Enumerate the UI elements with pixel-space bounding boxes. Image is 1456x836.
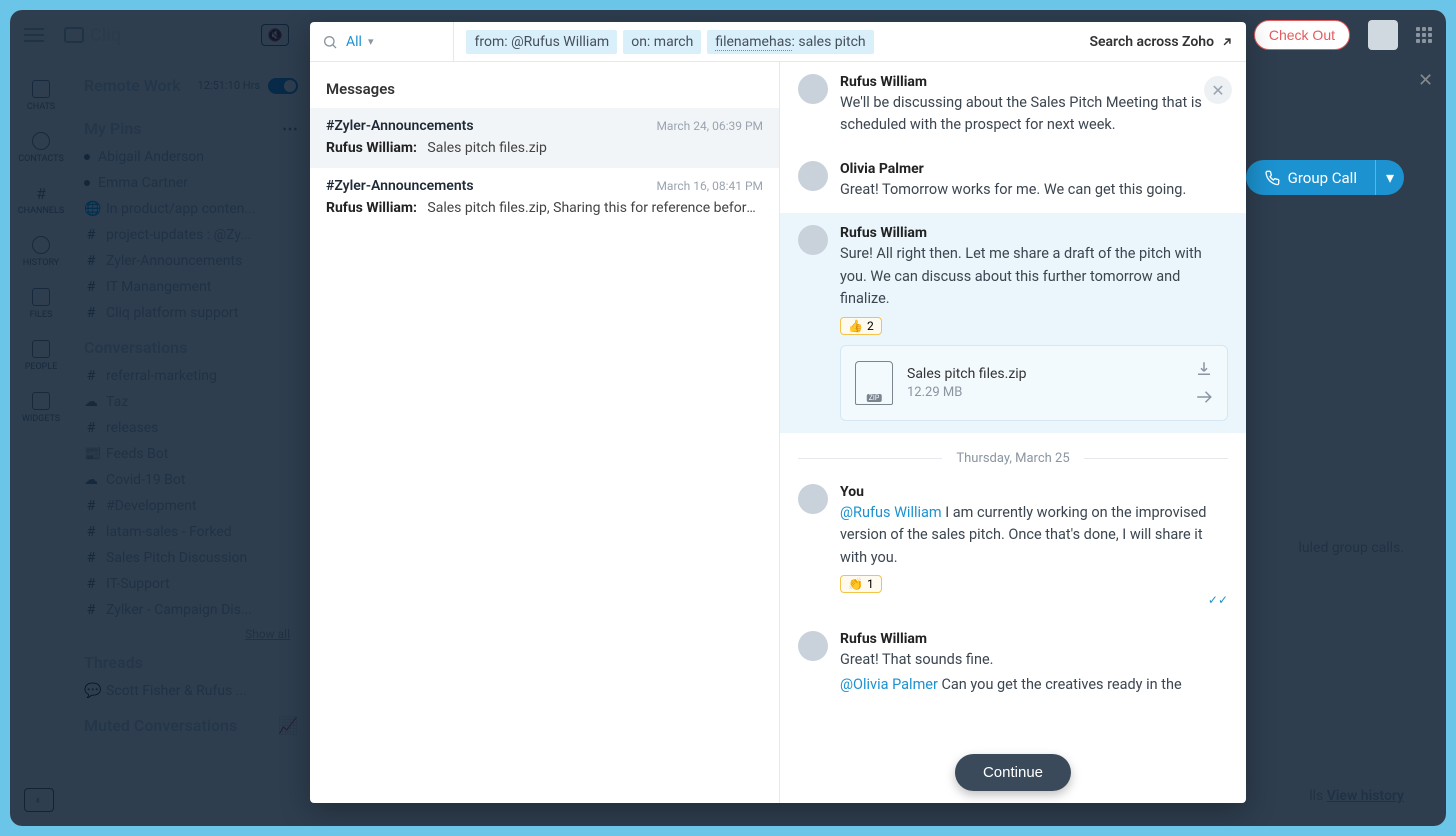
message-author: Rufus William (840, 225, 1228, 241)
continue-wrap: Continue (955, 754, 1071, 791)
attachment-name: Sales pitch files.zip (907, 366, 1181, 382)
message-text: @Olivia Palmer Can you get the creatives… (840, 674, 1228, 696)
search-result-item[interactable]: #Zyler-AnnouncementsMarch 24, 06:39 PM R… (310, 108, 779, 168)
message-author: You (840, 484, 1228, 500)
date-divider: Thursday, March 25 (798, 433, 1228, 472)
mention[interactable]: @Rufus William (840, 504, 942, 521)
group-call-dropdown[interactable]: ▾ (1375, 160, 1404, 195)
reaction-chip[interactable]: 👏1 (840, 575, 882, 593)
message-text: @Rufus William I am currently working on… (840, 502, 1228, 569)
token-from[interactable]: from: @Rufus William (466, 30, 617, 54)
token-filename[interactable]: filenamehas: sales pitch (707, 30, 873, 54)
preview-column: ✕ Rufus William We'll be discussing about… (780, 62, 1246, 803)
continue-button[interactable]: Continue (955, 754, 1071, 791)
forward-icon[interactable] (1195, 388, 1213, 406)
search-bar: All ▾ from: @Rufus William on: march fil… (310, 22, 1246, 62)
reaction-chip[interactable]: 👍2 (840, 317, 882, 335)
avatar (798, 74, 828, 104)
message-text: Great! Tomorrow works for me. We can get… (840, 179, 1228, 201)
message-author: Rufus William (840, 74, 1228, 90)
message-row: Rufus William Great! That sounds fine. @Ol… (798, 619, 1228, 708)
checkout-button[interactable]: Check Out (1254, 20, 1350, 50)
avatar (798, 161, 828, 191)
search-tokens[interactable]: from: @Rufus William on: march filenameh… (454, 30, 873, 54)
message-text: Great! That sounds fine. (840, 649, 1228, 671)
download-icon[interactable] (1195, 360, 1213, 378)
group-call-control: Group Call ▾ (1246, 160, 1404, 195)
search-icon (322, 34, 338, 50)
chevron-down-icon: ▾ (368, 35, 374, 48)
read-receipt-icon: ✓✓ (840, 593, 1228, 607)
message-author: Olivia Palmer (840, 161, 1228, 177)
message-row: You @Rufus William I am currently working… (798, 472, 1228, 619)
results-column: Messages #Zyler-AnnouncementsMarch 24, 0… (310, 62, 780, 803)
message-row: Rufus William Sure! All right then. Let m… (780, 213, 1246, 432)
mention[interactable]: @Olivia Palmer (840, 676, 938, 693)
search-modal: All ▾ from: @Rufus William on: march fil… (310, 22, 1246, 803)
zip-icon (855, 361, 893, 405)
user-avatar[interactable] (1368, 20, 1398, 50)
results-section-title: Messages (310, 62, 779, 108)
search-scope-dropdown[interactable]: All ▾ (346, 22, 454, 61)
app-window: Cliq 🔇 10 Hrs Check Out ✕ Group Call ▾ C… (10, 10, 1446, 826)
apps-grid-icon[interactable] (1416, 27, 1432, 43)
phone-icon (1264, 170, 1280, 186)
message-author: Rufus William (840, 631, 1228, 647)
message-row: Olivia Palmer Great! Tomorrow works for m… (798, 149, 1228, 213)
preview-close-icon[interactable]: ✕ (1204, 76, 1232, 104)
panel-close-icon[interactable]: ✕ (1418, 70, 1438, 90)
attachment-card[interactable]: Sales pitch files.zip 12.29 MB (840, 345, 1228, 421)
external-link-icon (1220, 35, 1234, 49)
avatar (798, 631, 828, 661)
search-result-item[interactable]: #Zyler-AnnouncementsMarch 16, 08:41 PM R… (310, 168, 779, 228)
avatar (798, 225, 828, 255)
message-row: Rufus William We'll be discussing about t… (798, 62, 1228, 149)
search-body: Messages #Zyler-AnnouncementsMarch 24, 0… (310, 62, 1246, 803)
scope-label: All (346, 34, 362, 50)
token-on[interactable]: on: march (623, 30, 701, 54)
search-across-zoho[interactable]: Search across Zoho (1089, 34, 1234, 50)
group-call-button[interactable]: Group Call (1246, 160, 1375, 195)
group-call-label: Group Call (1288, 169, 1357, 187)
message-text: Sure! All right then. Let me share a dra… (840, 243, 1228, 310)
message-text: We'll be discussing about the Sales Pitc… (840, 92, 1228, 137)
avatar (798, 484, 828, 514)
attachment-size: 12.29 MB (907, 385, 1181, 400)
